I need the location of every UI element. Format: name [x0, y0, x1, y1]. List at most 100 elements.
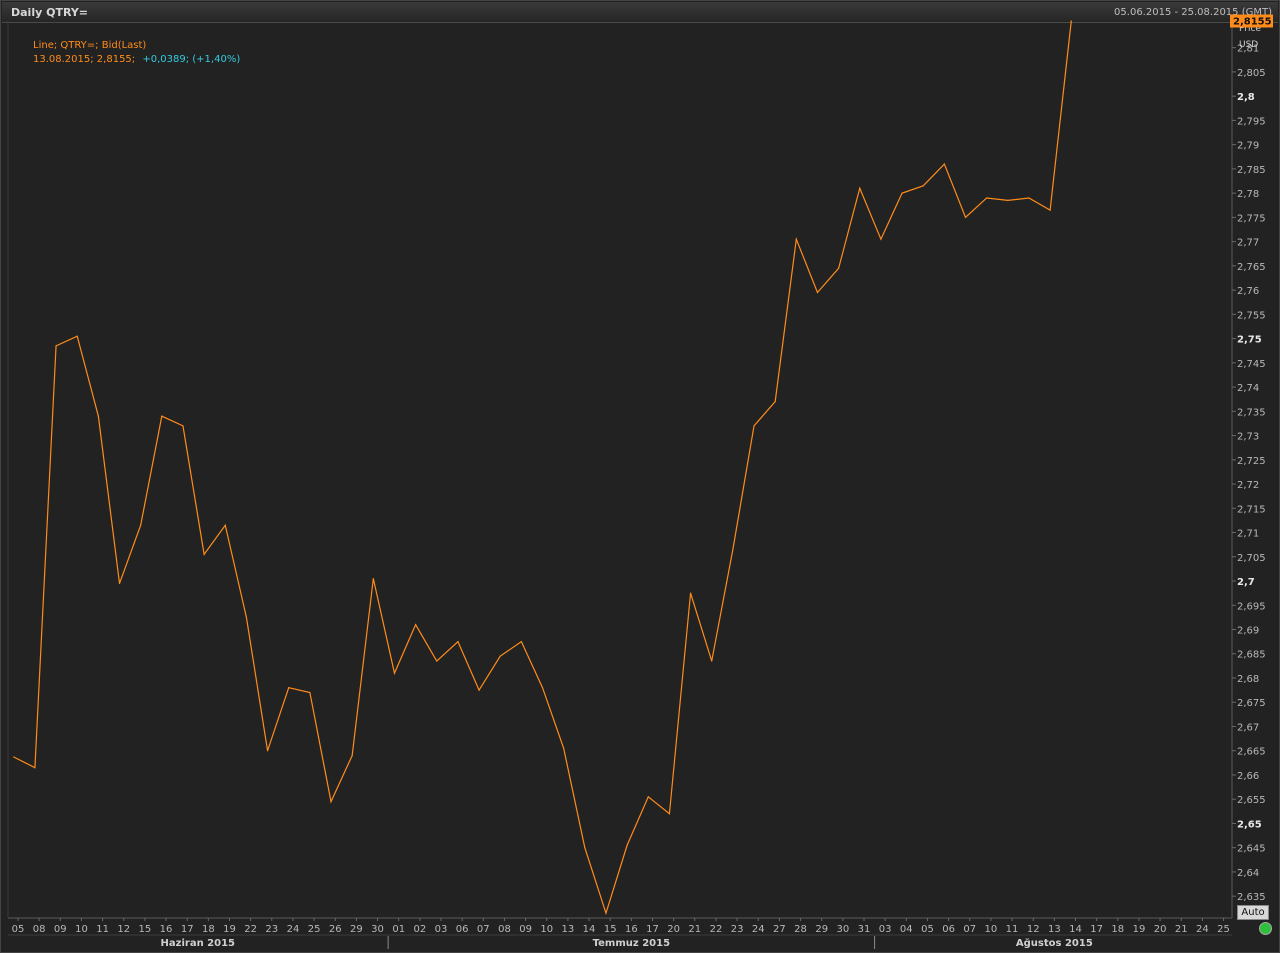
- x-tick-label: 11: [96, 924, 109, 935]
- x-tick-label: 25: [1217, 924, 1230, 935]
- x-tick-label: 10: [985, 924, 998, 935]
- data-point: [668, 813, 671, 815]
- y-tick-label: 2,79: [1237, 141, 1259, 152]
- y-tick-label: 2,745: [1237, 359, 1266, 370]
- y-axis: 2,635 2,64 2,645 2,65 2,655 2,66 2,665 2,67 2,67…: [1232, 44, 1266, 903]
- data-point: [55, 345, 57, 347]
- x-tick-label: 08: [498, 924, 511, 935]
- data-point: [647, 796, 649, 798]
- x-tick-label: 17: [1090, 924, 1103, 935]
- legend-line2: 13.08.2015; 2,8155; +0,0389; (+1,40%): [33, 54, 240, 65]
- data-point: [393, 672, 396, 674]
- x-tick-label: 26: [329, 924, 342, 935]
- y-tick-label: 2,635: [1237, 892, 1266, 903]
- x-tick-label: 18: [1111, 924, 1124, 935]
- data-point: [901, 192, 903, 194]
- data-point: [1007, 199, 1009, 201]
- data-point: [182, 425, 184, 427]
- x-tick-label: 04: [900, 924, 913, 935]
- x-tick-label: 11: [1006, 924, 1019, 935]
- x-tick-label: 13: [562, 924, 575, 935]
- y-tick-label: 2,665: [1237, 747, 1266, 758]
- y-tick-label: 2,695: [1237, 601, 1266, 612]
- y-tick-label: 2,73: [1237, 432, 1259, 443]
- data-point: [732, 548, 734, 551]
- x-tick-label: 19: [223, 924, 236, 935]
- x-tick-label: 05: [921, 924, 934, 935]
- x-tick-label: 21: [1175, 924, 1188, 935]
- legend-date-value: 13.08.2015; 2,8155;: [33, 54, 135, 65]
- x-tick-label: 02: [413, 924, 426, 935]
- y-tick-label: 2,755: [1237, 310, 1266, 321]
- y-tick-label: 2,775: [1237, 213, 1266, 224]
- data-point: [97, 415, 99, 417]
- legend: Line; QTRY=; Bid(Last) 13.08.2015; 2,815…: [33, 40, 240, 65]
- month-label: Ağustos 2015: [1016, 937, 1093, 949]
- legend-line1: Line; QTRY=; Bid(Last): [33, 40, 146, 51]
- y-tick-label: 2,76: [1237, 286, 1259, 297]
- x-tick-label: 31: [858, 924, 871, 935]
- data-point: [118, 582, 121, 585]
- data-point: [964, 216, 967, 218]
- data-point: [605, 912, 607, 914]
- data-point: [689, 592, 692, 594]
- data-point: [309, 691, 311, 694]
- data-point: [1049, 209, 1051, 211]
- data-point: [774, 401, 776, 403]
- x-tick-label: 03: [435, 924, 448, 935]
- data-point: [520, 641, 522, 643]
- y-tick-label: 2,8: [1237, 92, 1255, 103]
- data-point: [563, 747, 565, 749]
- y-tick-label: 2,785: [1237, 165, 1266, 176]
- data-point: [986, 197, 988, 199]
- y-tick-label: 2,75: [1237, 335, 1262, 346]
- x-tick-label: 29: [815, 924, 828, 935]
- y-tick-label: 2,685: [1237, 650, 1266, 661]
- data-point: [838, 267, 840, 269]
- x-tick-label: 30: [836, 924, 849, 935]
- x-tick-label: 30: [371, 924, 384, 935]
- data-point: [76, 335, 78, 337]
- x-tick-label: 01: [392, 924, 405, 935]
- data-point: [859, 187, 861, 189]
- y-tick-label: 2,64: [1237, 868, 1259, 879]
- x-tick-label: 25: [308, 924, 321, 935]
- y-tick-label: 2,68: [1237, 674, 1259, 685]
- data-point: [499, 655, 501, 657]
- data-point: [161, 415, 163, 417]
- data-point: [203, 553, 205, 555]
- y-tick-label: 2,715: [1237, 504, 1266, 515]
- series-line: [13, 20, 1072, 916]
- x-tick-label: 24: [752, 924, 765, 935]
- x-tick-label: 06: [942, 924, 955, 935]
- auto-scale-button[interactable]: Auto: [1237, 905, 1269, 920]
- y-tick-label: 2,72: [1237, 480, 1259, 491]
- data-point: [266, 750, 269, 752]
- data-point: [13, 756, 15, 758]
- y-tick-label: 2,65: [1237, 819, 1262, 830]
- x-tick-label: 15: [604, 924, 617, 935]
- x-tick-label: 09: [519, 924, 532, 935]
- x-tick-label: 27: [773, 924, 786, 935]
- data-point: [943, 163, 945, 165]
- last-price-label: 2,8155: [1233, 17, 1272, 28]
- price-chart[interactable]: 2,635 2,64 2,645 2,65 2,655 2,66 2,665 2,67 2,67…: [0, 0, 1280, 953]
- x-tick-label: 09: [54, 924, 67, 935]
- x-tick-label: 22: [710, 924, 723, 935]
- data-point: [351, 754, 353, 757]
- data-point: [224, 524, 226, 526]
- status-indicator-icon: [1259, 922, 1272, 935]
- x-tick-label: 16: [625, 924, 638, 935]
- y-tick-label: 2,805: [1237, 68, 1266, 79]
- x-tick-label: 06: [456, 924, 469, 935]
- y-tick-label: 2,71: [1237, 529, 1259, 540]
- x-tick-label: 20: [1154, 924, 1167, 935]
- data-point: [415, 624, 417, 626]
- y-tick-label: 2,77: [1237, 238, 1259, 249]
- x-tick-label: 17: [646, 924, 659, 935]
- axis-unit: USD: [1239, 40, 1258, 50]
- x-tick-label: 24: [1196, 924, 1209, 935]
- data-point: [34, 767, 36, 769]
- data-point: [711, 660, 713, 662]
- data-point: [288, 687, 290, 689]
